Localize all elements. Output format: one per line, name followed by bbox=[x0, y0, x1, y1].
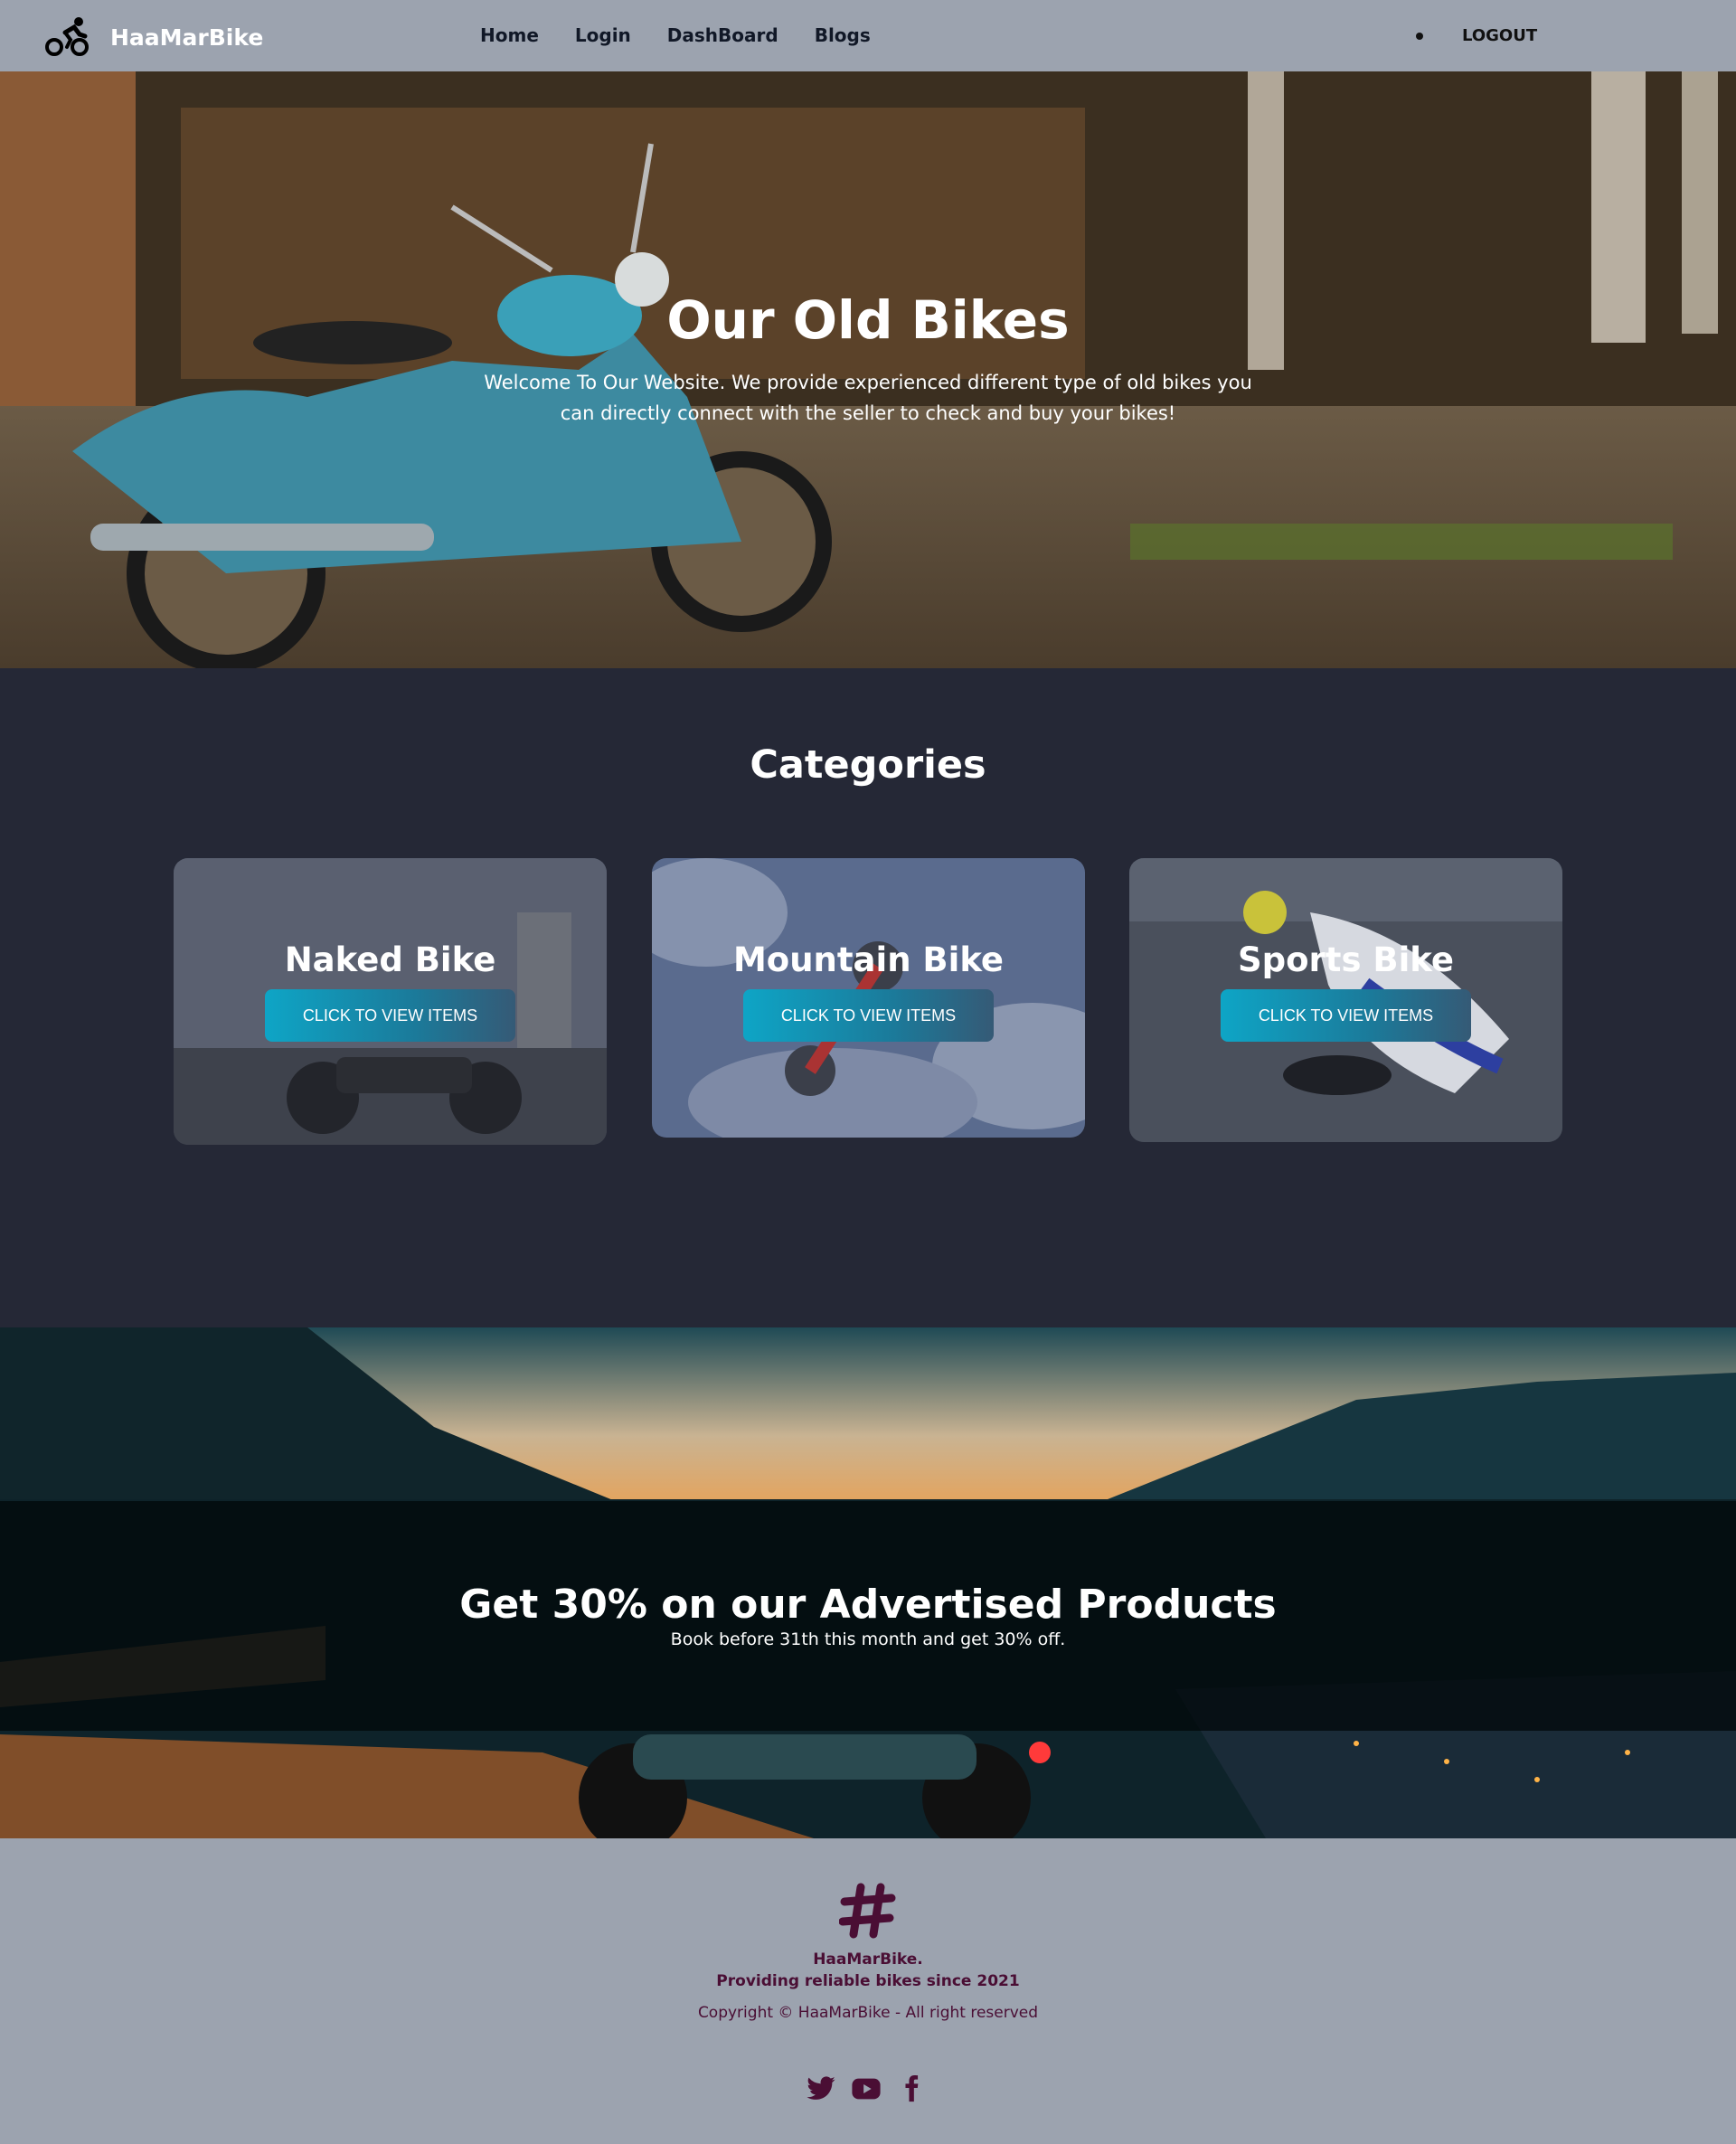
promo-subtitle: Book before 31th this month and get 30% … bbox=[670, 1629, 1066, 1649]
hero-banner: Our Old Bikes Welcome To Our Website. We… bbox=[0, 71, 1736, 668]
hero-title: Our Old Bikes bbox=[666, 289, 1070, 351]
nav-links: Home Login DashBoard Blogs bbox=[480, 24, 907, 46]
brand[interactable]: HaaMarBike bbox=[45, 16, 263, 58]
hero-description: Welcome To Our Website. We provide exper… bbox=[484, 372, 1252, 424]
category-card-title: Sports Bike bbox=[1238, 940, 1454, 979]
category-card-title: Mountain Bike bbox=[732, 940, 1005, 979]
category-card-naked[interactable]: Naked Bike CLICK TO VIEW ITEMS bbox=[174, 858, 607, 1145]
footer: HaaMarBike. Providing reliable bikes sin… bbox=[0, 1838, 1736, 2144]
nav-dashboard-link[interactable]: DashBoard bbox=[667, 24, 778, 46]
promo-banner: Get 30% on our Advertised Products Book … bbox=[0, 1327, 1736, 1838]
categories-section: Categories Naked Bike CLICK TO VIEW ITEM… bbox=[0, 668, 1736, 1327]
cyclist-icon bbox=[45, 17, 89, 56]
nav-blogs-link[interactable]: Blogs bbox=[815, 24, 871, 46]
category-card-mountain[interactable]: Mountain Bike CLICK TO VIEW ITEMS bbox=[652, 858, 1085, 1138]
logout-button[interactable]: LOGOUT bbox=[1462, 26, 1537, 45]
youtube-icon[interactable] bbox=[851, 2073, 882, 2104]
hashtag-icon bbox=[839, 1883, 896, 1939]
category-card-title: Naked Bike bbox=[284, 940, 496, 979]
promo-title: Get 30% on our Advertised Products bbox=[459, 1582, 1277, 1628]
social-links bbox=[806, 2073, 941, 2104]
nav-login-link[interactable]: Login bbox=[575, 24, 631, 46]
nav-home-link[interactable]: Home bbox=[480, 24, 539, 46]
category-card-sports[interactable]: Sports Bike CLICK TO VIEW ITEMS bbox=[1129, 858, 1562, 1142]
footer-brand-name: HaaMarBike. bbox=[813, 1950, 923, 1969]
twitter-icon[interactable] bbox=[806, 2073, 836, 2104]
brand-name: HaaMarBike bbox=[110, 24, 264, 51]
view-sports-bike-items-button[interactable]: CLICK TO VIEW ITEMS bbox=[1221, 989, 1471, 1042]
facebook-icon[interactable] bbox=[896, 2073, 927, 2104]
nav-bullet bbox=[1416, 33, 1423, 40]
view-naked-bike-items-button[interactable]: CLICK TO VIEW ITEMS bbox=[265, 989, 515, 1042]
view-mountain-bike-items-button[interactable]: CLICK TO VIEW ITEMS bbox=[743, 989, 994, 1042]
footer-tagline: Providing reliable bikes since 2021 bbox=[716, 1972, 1020, 1990]
footer-copyright: Copyright © HaaMarBike - All right reser… bbox=[697, 2004, 1039, 2022]
categories-heading: Categories bbox=[750, 742, 986, 788]
navbar: HaaMarBike Home Login DashBoard Blogs LO… bbox=[0, 0, 1736, 71]
